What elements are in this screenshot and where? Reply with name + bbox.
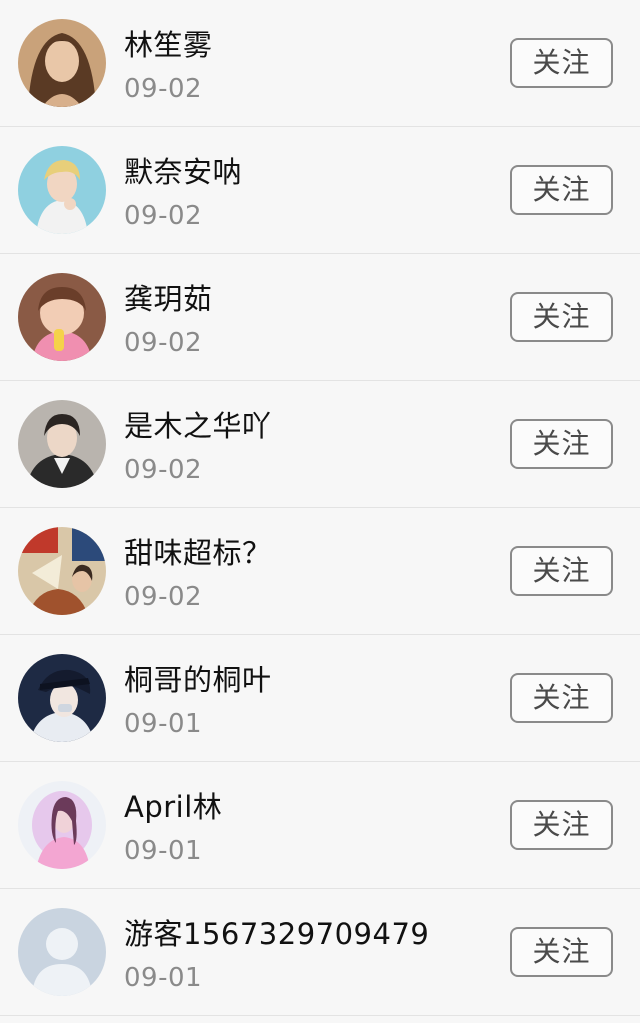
user-name[interactable]: April林: [124, 784, 222, 826]
follow-date: 09-02: [124, 455, 203, 485]
follow-button[interactable]: 关注: [510, 292, 613, 342]
avatar[interactable]: [18, 908, 106, 996]
user-name[interactable]: 游客1567329709479: [124, 911, 429, 953]
follow-button[interactable]: 关注: [510, 419, 613, 469]
user-name[interactable]: 甜味超标？: [124, 530, 272, 572]
follow-button[interactable]: 关注: [510, 546, 613, 596]
list-item[interactable]: 桐哥的桐叶 09-01 关注: [0, 635, 640, 762]
follow-button[interactable]: 关注: [510, 38, 613, 88]
avatar[interactable]: [18, 146, 106, 234]
avatar[interactable]: [18, 400, 106, 488]
follow-date: 09-02: [124, 201, 203, 231]
avatar[interactable]: [18, 273, 106, 361]
user-name[interactable]: 林笙雾: [124, 22, 213, 64]
avatar[interactable]: [18, 781, 106, 869]
user-name[interactable]: 是木之华吖: [124, 403, 272, 445]
user-name[interactable]: 默奈安呐: [124, 149, 242, 191]
follow-date: 09-01: [124, 709, 203, 739]
list-item[interactable]: 默奈安呐 09-02 关注: [0, 127, 640, 254]
follow-date: 09-02: [124, 74, 203, 104]
avatar[interactable]: [18, 19, 106, 107]
follow-button[interactable]: 关注: [510, 673, 613, 723]
follow-date: 09-01: [124, 963, 203, 993]
list-item[interactable]: 是木之华吖 09-02 关注: [0, 381, 640, 508]
user-name[interactable]: 龚玥茹: [124, 276, 213, 318]
user-name[interactable]: 桐哥的桐叶: [124, 657, 272, 699]
list-item[interactable]: 游客1567329709479 09-01 关注: [0, 889, 640, 1016]
list-item[interactable]: 龚玥茹 09-02 关注: [0, 254, 640, 381]
avatar[interactable]: [18, 527, 106, 615]
list-item[interactable]: 林笙雾 09-02 关注: [0, 0, 640, 127]
follow-button[interactable]: 关注: [510, 927, 613, 977]
list-item[interactable]: 甜味超标？ 09-02 关注: [0, 508, 640, 635]
follow-button[interactable]: 关注: [510, 165, 613, 215]
follow-date: 09-01: [124, 836, 203, 866]
list-item[interactable]: April林 09-01 关注: [0, 762, 640, 889]
follow-button[interactable]: 关注: [510, 800, 613, 850]
avatar[interactable]: [18, 654, 106, 742]
follow-date: 09-02: [124, 328, 203, 358]
default-user-icon: [18, 908, 106, 996]
follow-date: 09-02: [124, 582, 203, 612]
follower-list: 林笙雾 09-02 关注 默奈安呐 09-02 关注 龚玥茹 09-02 关注 …: [0, 0, 640, 1016]
